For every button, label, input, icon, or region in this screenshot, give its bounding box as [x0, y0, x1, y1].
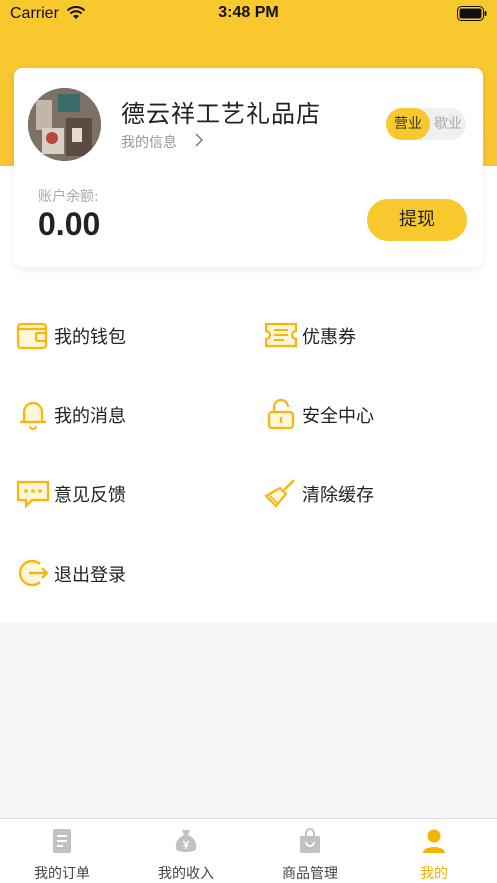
- menu-item-coupon[interactable]: 优惠券: [264, 312, 484, 356]
- business-status-toggle[interactable]: 营业 歇业: [386, 108, 466, 140]
- tab-bar: 我的订单 我的收入 商品管理 我的: [0, 818, 497, 883]
- menu-item-feedback[interactable]: 意见反馈: [16, 470, 236, 514]
- menu-item-logout[interactable]: 退出登录: [16, 550, 236, 594]
- menu-label: 意见反馈: [54, 485, 126, 506]
- coupon-icon: [264, 322, 298, 348]
- broom-icon: [264, 479, 295, 508]
- menu-label: 我的钱包: [54, 327, 126, 348]
- menu-label: 清除缓存: [302, 485, 374, 506]
- chevron-right-icon[interactable]: [192, 131, 206, 149]
- tab-label: 我的订单: [34, 866, 90, 882]
- feedback-icon: [16, 480, 50, 509]
- menu-item-clear-cache[interactable]: 清除缓存: [264, 470, 484, 514]
- menu-label: 退出登录: [54, 565, 126, 586]
- balance-label: 账户余额:: [38, 189, 99, 205]
- toggle-closed-option[interactable]: 歇业: [430, 108, 466, 140]
- status-time: 3:48 PM: [218, 4, 279, 21]
- tab-income[interactable]: 我的收入: [124, 819, 248, 883]
- menu-item-wallet[interactable]: 我的钱包: [16, 312, 236, 356]
- tab-label: 我的收入: [158, 866, 214, 882]
- menu-item-messages[interactable]: 我的消息: [16, 391, 236, 435]
- tab-label: 我的: [420, 866, 448, 882]
- tab-products[interactable]: 商品管理: [248, 819, 372, 883]
- wallet-icon: [16, 322, 48, 350]
- lock-icon: [267, 398, 295, 430]
- withdraw-button[interactable]: 提现: [367, 199, 467, 241]
- order-icon: [53, 829, 71, 853]
- menu-label: 我的消息: [54, 406, 126, 427]
- avatar[interactable]: [28, 88, 101, 161]
- logout-icon: [18, 559, 49, 587]
- store-name: 德云祥工艺礼品店: [121, 100, 321, 128]
- tab-label: 商品管理: [282, 866, 338, 882]
- battery-icon: [457, 6, 487, 21]
- tab-orders[interactable]: 我的订单: [0, 819, 124, 883]
- toggle-open-option[interactable]: 营业: [386, 108, 430, 140]
- my-info-link[interactable]: 我的信息: [121, 132, 177, 152]
- money-bag-icon: [175, 830, 197, 852]
- menu-item-security[interactable]: 安全中心: [264, 391, 484, 435]
- shopping-bag-icon: [300, 828, 320, 853]
- menu-label: 安全中心: [302, 406, 374, 427]
- user-icon: [423, 829, 445, 853]
- balance-value: 0.00: [38, 206, 101, 242]
- tab-me[interactable]: 我的: [372, 819, 496, 883]
- profile-card: 德云祥工艺礼品店 我的信息 营业 歇业 账户余额: 0.00 提现: [14, 68, 483, 267]
- status-bar: Carrier 3:48 PM: [0, 0, 497, 28]
- bell-icon: [20, 401, 46, 430]
- menu-label: 优惠券: [302, 327, 356, 348]
